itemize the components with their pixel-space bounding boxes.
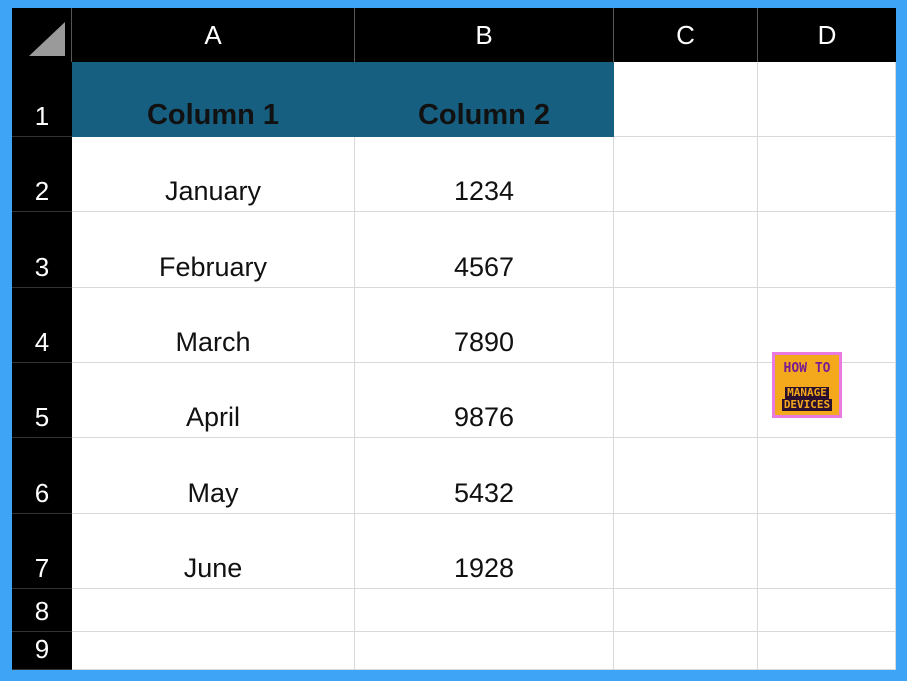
row-header-6[interactable]: 6 xyxy=(12,438,72,514)
row-header-8[interactable]: 8 xyxy=(12,589,72,632)
logo-line-devices: DEVICES xyxy=(781,397,833,411)
row-header-9[interactable]: 9 xyxy=(12,632,72,670)
cell-b6[interactable]: 5432 xyxy=(355,438,614,514)
cell-d1[interactable] xyxy=(758,62,896,137)
cell-c6[interactable] xyxy=(614,438,758,514)
cell-c9[interactable] xyxy=(614,632,758,670)
cell-b3[interactable]: 4567 xyxy=(355,212,614,288)
cell-b1[interactable]: Column 2 xyxy=(355,62,614,137)
cell-a7[interactable]: June xyxy=(72,514,355,589)
column-header-b[interactable]: B xyxy=(355,8,614,62)
cell-c4[interactable] xyxy=(614,288,758,363)
cell-a2[interactable]: January xyxy=(72,137,355,212)
row-header-3[interactable]: 3 xyxy=(12,212,72,288)
cell-a4[interactable]: March xyxy=(72,288,355,363)
column-header-c[interactable]: C xyxy=(614,8,758,62)
row-header-4[interactable]: 4 xyxy=(12,288,72,363)
row-header-1[interactable]: 1 xyxy=(12,62,72,137)
cell-a3[interactable]: February xyxy=(72,212,355,288)
cell-d3[interactable] xyxy=(758,212,896,288)
cell-d7[interactable] xyxy=(758,514,896,589)
cell-d6[interactable] xyxy=(758,438,896,514)
logo-top-text: HOW TO xyxy=(775,355,839,382)
cell-b2[interactable]: 1234 xyxy=(355,137,614,212)
cell-c1[interactable] xyxy=(614,62,758,137)
row-header-7[interactable]: 7 xyxy=(12,514,72,589)
spreadsheet-grid: A B C D 1 2 3 4 5 6 7 8 9 Column 1 Colum… xyxy=(12,8,896,670)
cell-c8[interactable] xyxy=(614,589,758,632)
cell-c5[interactable] xyxy=(614,363,758,438)
cell-a6[interactable]: May xyxy=(72,438,355,514)
cell-b9[interactable] xyxy=(355,632,614,670)
cell-c3[interactable] xyxy=(614,212,758,288)
select-all-triangle-icon xyxy=(29,22,65,56)
cell-a8[interactable] xyxy=(72,589,355,632)
cell-c2[interactable] xyxy=(614,137,758,212)
row-header-2[interactable]: 2 xyxy=(12,137,72,212)
cell-d2[interactable] xyxy=(758,137,896,212)
cell-d9[interactable] xyxy=(758,632,896,670)
cell-c7[interactable] xyxy=(614,514,758,589)
select-all-corner[interactable] xyxy=(12,8,72,62)
cell-b8[interactable] xyxy=(355,589,614,632)
logo-bottom-block: MANAGE DEVICES xyxy=(775,382,839,415)
cell-b7[interactable]: 1928 xyxy=(355,514,614,589)
cell-a5[interactable]: April xyxy=(72,363,355,438)
cell-a1[interactable]: Column 1 xyxy=(72,62,355,137)
column-header-d[interactable]: D xyxy=(758,8,896,62)
row-header-5[interactable]: 5 xyxy=(12,363,72,438)
column-header-a[interactable]: A xyxy=(72,8,355,62)
cell-b5[interactable]: 9876 xyxy=(355,363,614,438)
cell-b4[interactable]: 7890 xyxy=(355,288,614,363)
cell-d8[interactable] xyxy=(758,589,896,632)
logo-line-manage: MANAGE xyxy=(785,385,829,399)
cell-a9[interactable] xyxy=(72,632,355,670)
how-to-manage-devices-logo: HOW TO MANAGE DEVICES xyxy=(772,352,842,418)
